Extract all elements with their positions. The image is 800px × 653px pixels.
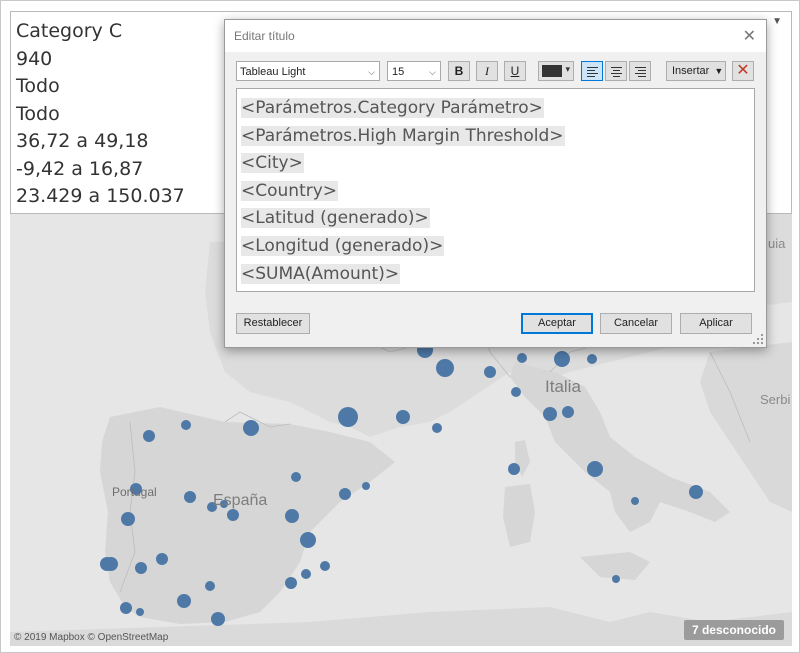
editor-line[interactable]: <SUMA(Amount)> bbox=[241, 261, 565, 289]
align-right-button[interactable] bbox=[629, 61, 651, 81]
city-marker[interactable] bbox=[339, 488, 351, 500]
italic-button[interactable]: I bbox=[476, 61, 498, 81]
city-marker[interactable] bbox=[177, 594, 191, 608]
view-frame: Italia España Portugal Serbi uia © 2019 … bbox=[0, 0, 800, 653]
field-token[interactable]: <SUMA(Amount)> bbox=[241, 263, 401, 284]
map-label-portugal: Portugal bbox=[112, 485, 157, 499]
insert-label: Insertar bbox=[672, 65, 710, 77]
city-marker[interactable] bbox=[484, 366, 496, 378]
align-center-button[interactable] bbox=[605, 61, 627, 81]
city-marker[interactable] bbox=[227, 509, 239, 521]
city-marker[interactable] bbox=[436, 359, 454, 377]
reset-button[interactable]: Restablecer bbox=[236, 313, 310, 334]
title-line: Todo bbox=[16, 75, 60, 97]
city-marker[interactable] bbox=[135, 562, 147, 574]
city-marker[interactable] bbox=[285, 577, 297, 589]
chevron-down-icon: ⌵ bbox=[429, 67, 436, 77]
map-attribution[interactable]: © 2019 Mapbox © OpenStreetMap bbox=[14, 632, 168, 643]
city-marker[interactable] bbox=[508, 463, 520, 475]
title-line: Category C bbox=[16, 20, 123, 42]
field-token[interactable]: <Longitud (generado)> bbox=[241, 235, 445, 256]
city-marker[interactable] bbox=[396, 410, 410, 424]
city-marker[interactable] bbox=[432, 423, 442, 433]
city-marker[interactable] bbox=[243, 420, 259, 436]
editor-line[interactable]: <Longitud (generado)> bbox=[241, 233, 565, 261]
city-marker[interactable] bbox=[320, 561, 330, 571]
title-line: 23.429 a 150.037 bbox=[16, 185, 185, 207]
title-line: Todo bbox=[16, 102, 60, 125]
format-toolbar: Tableau Light ⌵ 15 ⌵ B I U ▾ Insertar ▼ … bbox=[236, 60, 756, 84]
apply-button[interactable]: Aplicar bbox=[680, 313, 752, 334]
city-marker[interactable] bbox=[120, 602, 132, 614]
editor-line[interactable]: <Parámetros.High Margin Threshold> bbox=[241, 123, 565, 151]
caret-down-icon: ▼ bbox=[714, 66, 724, 76]
city-marker[interactable] bbox=[554, 351, 570, 367]
city-marker[interactable] bbox=[156, 553, 168, 565]
cancel-button[interactable]: Cancelar bbox=[600, 313, 672, 334]
city-marker[interactable] bbox=[562, 406, 574, 418]
align-left-button[interactable] bbox=[581, 61, 603, 81]
city-marker[interactable] bbox=[362, 482, 370, 490]
edit-title-dialog: Editar título ✕ Tableau Light ⌵ 15 ⌵ B I… bbox=[224, 19, 767, 348]
font-family-value: Tableau Light bbox=[240, 66, 306, 78]
font-size-select[interactable]: 15 ⌵ bbox=[387, 61, 441, 81]
bold-button[interactable]: B bbox=[448, 61, 470, 81]
text-color-button[interactable]: ▾ bbox=[538, 61, 574, 81]
title-line: 36,72 a 49,18 bbox=[16, 130, 149, 152]
field-token[interactable]: <City> bbox=[241, 153, 304, 174]
city-marker[interactable] bbox=[338, 407, 358, 427]
field-token[interactable]: <Country> bbox=[241, 180, 339, 201]
city-marker[interactable] bbox=[104, 557, 118, 571]
city-marker[interactable] bbox=[136, 608, 144, 616]
underline-button[interactable]: U bbox=[504, 61, 526, 81]
dialog-header[interactable]: Editar título ✕ bbox=[225, 20, 766, 52]
city-marker[interactable] bbox=[143, 430, 155, 442]
ok-button[interactable]: Aceptar bbox=[521, 313, 593, 334]
caret-down-icon: ▾ bbox=[565, 64, 570, 74]
city-marker[interactable] bbox=[285, 509, 299, 523]
city-marker[interactable] bbox=[184, 491, 196, 503]
insert-menu-button[interactable]: Insertar ▼ bbox=[666, 61, 726, 81]
editor-line[interactable]: <City> bbox=[241, 150, 565, 178]
city-marker[interactable] bbox=[211, 612, 225, 626]
editor-line[interactable]: <Latitud (generado)> bbox=[241, 205, 565, 233]
title-line: 940 bbox=[16, 47, 53, 70]
city-marker[interactable] bbox=[587, 461, 603, 477]
title-line: -9,42 a 16,87 bbox=[16, 157, 144, 180]
city-marker[interactable] bbox=[631, 497, 639, 505]
editor-line[interactable]: <Country> bbox=[241, 178, 565, 206]
map-label-italia: Italia bbox=[545, 377, 581, 396]
city-marker[interactable] bbox=[300, 532, 316, 548]
title-lines: Category C 940 Todo Todo 36,72 a 49,18 -… bbox=[16, 18, 185, 211]
city-marker[interactable] bbox=[121, 512, 135, 526]
editor-line[interactable]: <Parámetros.Category Parámetro> bbox=[241, 95, 565, 123]
color-swatch bbox=[542, 65, 562, 77]
city-marker[interactable] bbox=[517, 353, 527, 363]
font-size-value: 15 bbox=[392, 66, 405, 78]
chevron-down-icon: ⌵ bbox=[368, 67, 375, 77]
city-marker[interactable] bbox=[689, 485, 703, 499]
field-token[interactable]: <Parámetros.High Margin Threshold> bbox=[241, 125, 565, 146]
unknown-locations-badge[interactable]: 7 desconocido bbox=[683, 620, 784, 640]
map-label-espana: España bbox=[213, 492, 268, 509]
city-marker[interactable] bbox=[511, 387, 521, 397]
city-marker[interactable] bbox=[587, 354, 597, 364]
city-marker[interactable] bbox=[205, 581, 215, 591]
title-text-editor[interactable]: <Parámetros.Category Parámetro> <Parámet… bbox=[236, 88, 755, 292]
clear-format-button[interactable]: ✕ bbox=[732, 61, 754, 81]
dialog-title: Editar título bbox=[234, 29, 295, 43]
font-family-select[interactable]: Tableau Light ⌵ bbox=[236, 61, 380, 81]
city-marker[interactable] bbox=[612, 575, 620, 583]
panel-menu-caret-icon[interactable]: ▼ bbox=[772, 16, 782, 27]
map-label-partial: uia bbox=[768, 236, 786, 251]
field-token[interactable]: <Parámetros.Category Parámetro> bbox=[241, 98, 544, 118]
resize-grip-icon[interactable] bbox=[753, 334, 763, 344]
city-marker[interactable] bbox=[543, 407, 557, 421]
city-marker[interactable] bbox=[181, 420, 191, 430]
city-marker[interactable] bbox=[291, 472, 301, 482]
city-marker[interactable] bbox=[301, 569, 311, 579]
field-token[interactable]: <Latitud (generado)> bbox=[241, 208, 430, 229]
map-label-serbia: Serbi bbox=[760, 392, 791, 407]
close-icon[interactable]: ✕ bbox=[743, 26, 756, 46]
